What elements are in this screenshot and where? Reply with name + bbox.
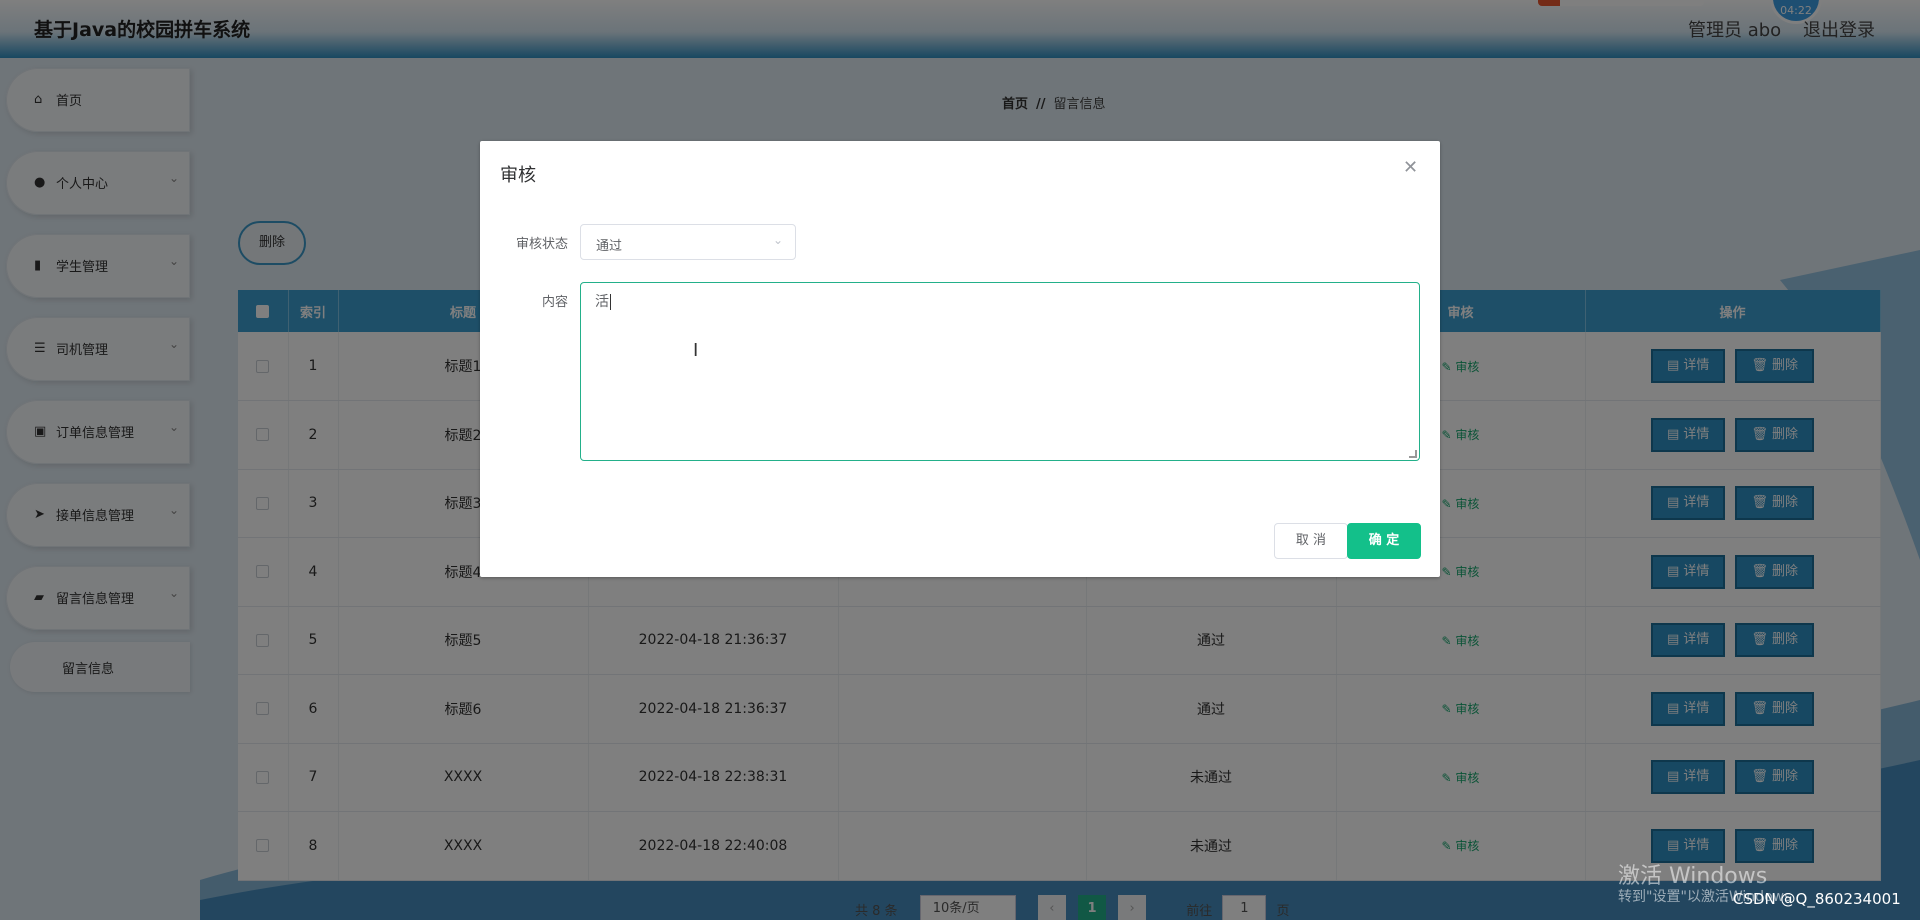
text-caret	[610, 294, 611, 310]
resize-handle[interactable]	[1409, 450, 1417, 458]
content-label: 内容	[541, 295, 568, 310]
text-cursor-icon: I	[693, 340, 699, 361]
chevron-down-icon: ⌄	[773, 233, 784, 247]
content-textarea[interactable]: 活	[580, 282, 1420, 461]
csdn-watermark: CSDN @Q_860234001	[1733, 890, 1901, 908]
audit-status-value: 通过	[596, 239, 623, 254]
audit-status-select[interactable]: 通过 ⌄	[580, 224, 796, 260]
confirm-button[interactable]: 确 定	[1347, 523, 1421, 559]
dialog-title: 审核	[500, 165, 536, 186]
audit-status-label: 审核状态	[515, 237, 568, 252]
close-icon[interactable]: ✕	[1403, 157, 1418, 178]
content-text: 活	[595, 294, 609, 310]
cancel-button[interactable]: 取 消	[1274, 523, 1348, 559]
audit-dialog: 审核 ✕ 审核状态 通过 ⌄ 内容 活 取 消 确 定	[480, 141, 1440, 577]
